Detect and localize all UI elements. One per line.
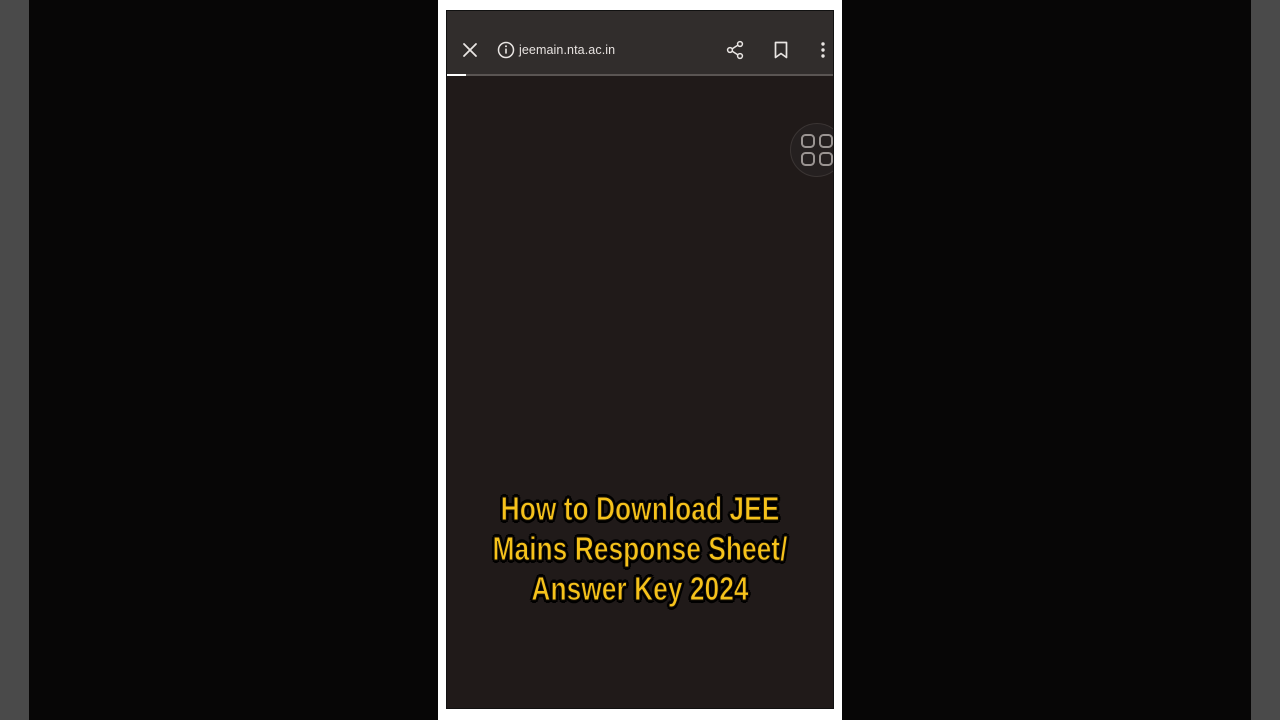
apps-grid-button[interactable]: [790, 123, 833, 177]
page-load-progress-fill: [447, 74, 467, 76]
more-vert-icon: [821, 42, 825, 58]
caption-line-1: How to Download JEE: [500, 490, 780, 528]
video-letterbox-left: [29, 0, 438, 720]
browser-toolbar: jeemain.nta.ac.in: [447, 11, 833, 76]
bookmark-button[interactable]: [769, 38, 793, 62]
caption-line-3: Answer Key 2024: [531, 570, 749, 608]
video-letterbox-right: [842, 0, 1251, 720]
phone-screen: jeemain.nta.ac.in How to Download JEE Ma…: [446, 10, 834, 709]
share-icon: [726, 40, 744, 60]
close-button[interactable]: [456, 38, 484, 62]
page-load-progress: [447, 74, 833, 76]
caption-line-2: Mains Response Sheet/: [492, 530, 788, 568]
address-bar[interactable]: jeemain.nta.ac.in: [497, 38, 615, 62]
video-caption: How to Download JEE Mains Response Sheet…: [486, 489, 795, 609]
info-icon: [497, 41, 515, 59]
close-icon: [463, 43, 477, 57]
grid-apps-icon: [801, 134, 833, 166]
more-options-button[interactable]: [813, 38, 833, 62]
share-button[interactable]: [723, 38, 747, 62]
url-text: jeemain.nta.ac.in: [519, 43, 616, 57]
bookmark-icon: [774, 41, 788, 59]
